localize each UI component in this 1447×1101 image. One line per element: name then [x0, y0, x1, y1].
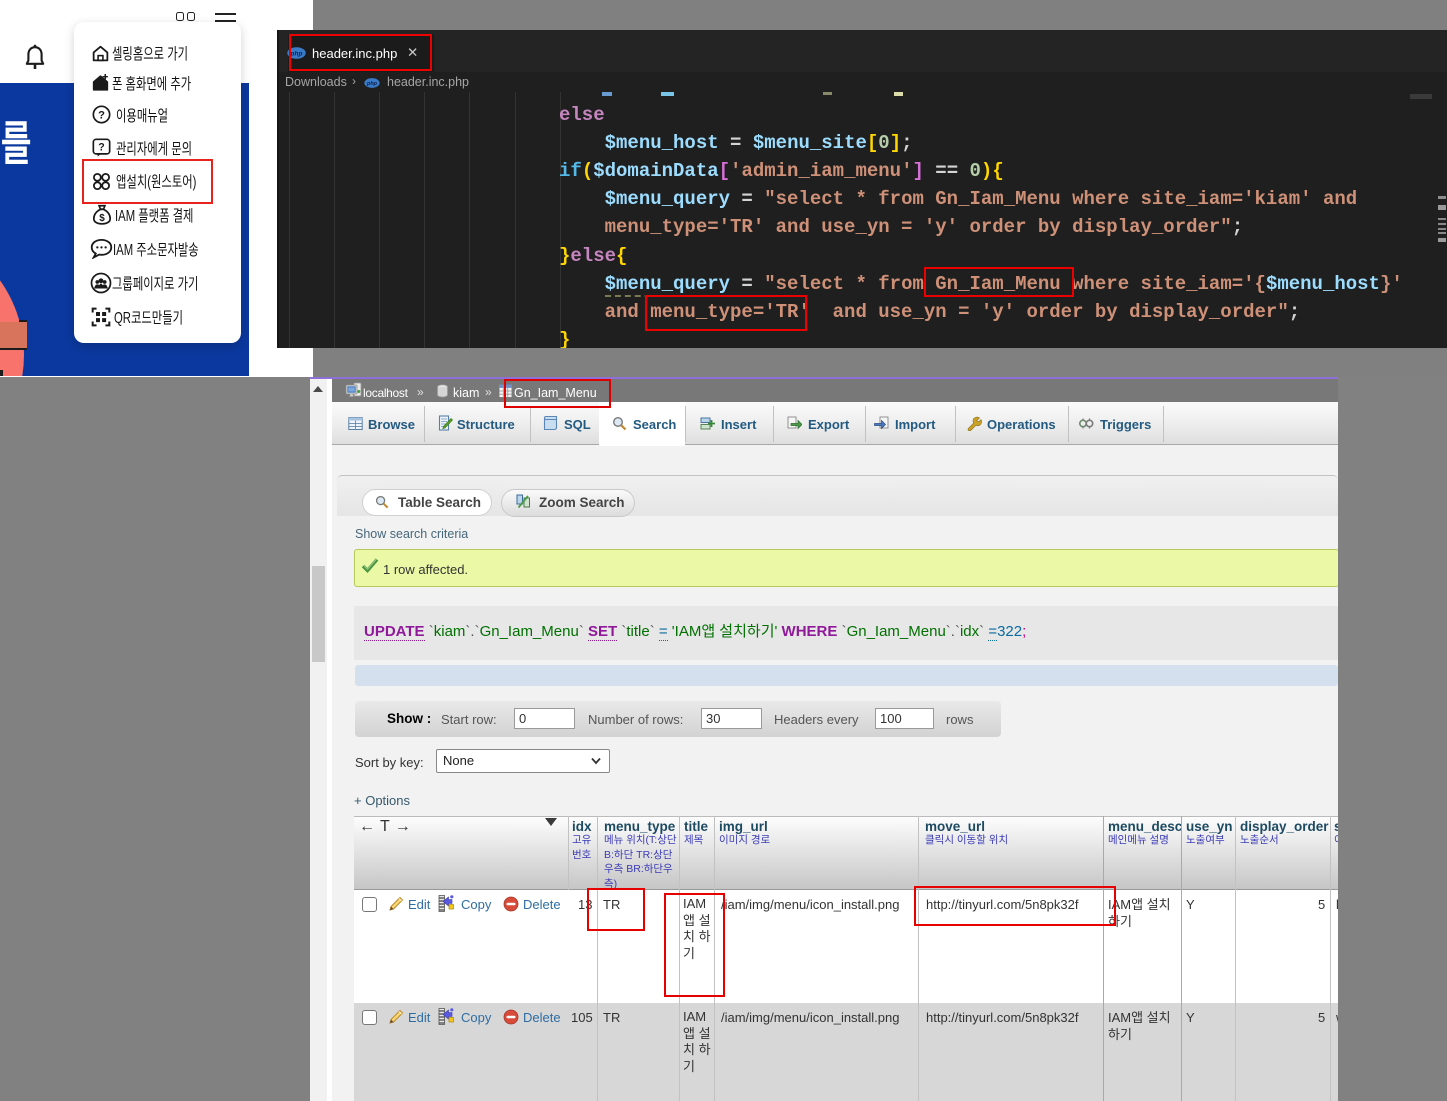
svg-text:php: php: [366, 81, 378, 87]
svg-text:?: ?: [98, 142, 104, 154]
svg-text:?: ?: [98, 110, 105, 122]
svg-text:$: $: [99, 213, 105, 224]
